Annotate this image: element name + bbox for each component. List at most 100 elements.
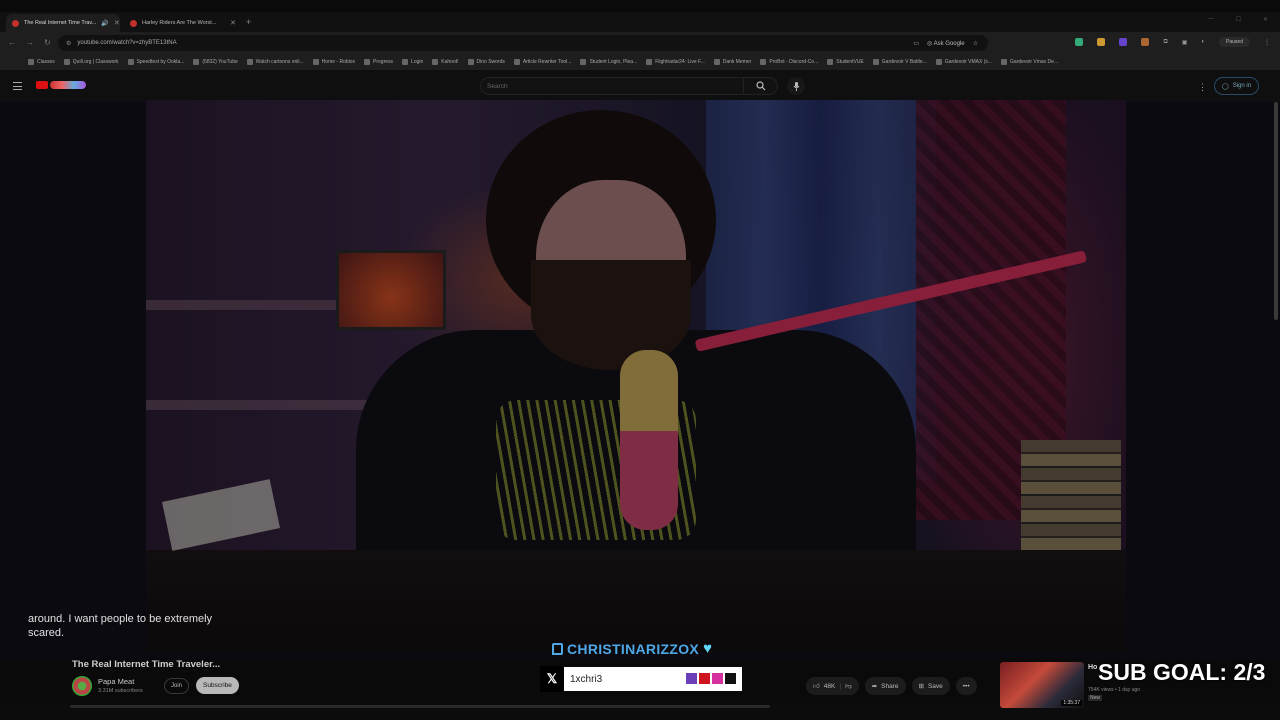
window-controls: — ☐ ✕ [1208, 16, 1268, 23]
color-swatch [712, 673, 723, 684]
extensions-puzzle-icon[interactable]: ⧉ [1163, 39, 1167, 46]
save-icon: ⊞ [918, 683, 924, 690]
search-input[interactable]: Search [480, 77, 778, 95]
bookmark-item[interactable]: Dino Swords [467, 59, 505, 65]
save-button[interactable]: ⊞ Save [911, 677, 950, 695]
channel-avatar[interactable] [72, 676, 92, 696]
color-swatch [686, 673, 697, 684]
ask-google-button[interactable]: ◎ Ask Google [927, 40, 965, 47]
cast-icon[interactable]: ▭ [913, 40, 919, 47]
chrome-menu-icon[interactable]: ⋮ [1264, 39, 1270, 46]
twitch-icon [552, 642, 563, 655]
bookmark-item[interactable]: (5832) YouTube [193, 59, 238, 65]
tab-second[interactable]: Harley Riders Are The Worst... ✕ [124, 14, 242, 32]
bookmark-label: Gardevoir Vmax De... [1010, 59, 1059, 65]
bookmark-item[interactable]: Quill.org | Classwork [63, 59, 119, 65]
bookmark-favicon-icon [513, 59, 520, 65]
video-player[interactable] [146, 100, 1126, 653]
forward-icon[interactable]: → [26, 38, 34, 47]
share-label: Share [881, 682, 899, 690]
profile-avatar-icon[interactable]: ◐ [1201, 39, 1205, 45]
bookmark-label: Flightradar24: Live F... [655, 59, 705, 65]
bookmark-item[interactable]: Student Login, Plea... [580, 59, 637, 65]
sign-in-label: Sign in [1232, 83, 1252, 89]
suggested-video-thumbnail[interactable]: 1:35:37 [1000, 662, 1084, 708]
search-button[interactable] [743, 78, 777, 94]
bookmark-item[interactable]: Article Rewriter Tool... [513, 59, 572, 65]
bookmark-item[interactable]: Gardevoir VMAX (s... [935, 59, 993, 65]
close-window-icon[interactable]: ✕ [1263, 16, 1268, 23]
new-tab-button[interactable]: + [246, 17, 251, 27]
reload-icon[interactable]: ↻ [44, 38, 51, 47]
bookmark-item[interactable]: Speedtest by Ookla... [127, 59, 184, 65]
bookmark-favicon-icon [127, 59, 134, 65]
bookmark-label: Article Rewriter Tool... [522, 59, 572, 65]
extension-icon[interactable] [1075, 38, 1084, 46]
bookmark-item[interactable]: Kahoot! [432, 59, 459, 65]
bookmark-item[interactable]: Gardevoir Vmax De... [1001, 59, 1058, 65]
youtube-header: Search ⋮ [0, 70, 1280, 102]
bookmark-favicon-icon [827, 59, 834, 65]
horizontal-scrollbar[interactable] [70, 705, 770, 708]
close-tab-icon[interactable]: ✕ [230, 19, 236, 27]
extension-icon[interactable] [1141, 38, 1150, 46]
voice-search-button[interactable] [787, 77, 805, 95]
share-button[interactable]: ➦ Share [864, 677, 906, 695]
subscribe-button[interactable]: Subscribe [196, 677, 239, 694]
sign-in-button[interactable]: ◯ Sign in [1214, 77, 1260, 95]
bookmark-item[interactable]: Classes [28, 59, 55, 65]
doodle-logo [50, 81, 86, 89]
like-button[interactable]: 👍︎ 48K | 👎︎ [806, 677, 859, 695]
extension-icon[interactable] [1119, 38, 1128, 46]
caption-line: scared. [28, 627, 65, 639]
video-title: The Real Internet Time Traveler... [72, 659, 221, 670]
caption-line: around. I want people to be extremely [28, 613, 213, 625]
youtube-logo[interactable] [36, 81, 86, 89]
bookmark-item[interactable]: Progress [364, 59, 393, 65]
bookmark-label: Gardevoir VMAX (s... [944, 59, 993, 65]
more-actions-button[interactable]: ••• [955, 677, 977, 695]
thumbs-down-icon[interactable]: 👎︎ [845, 682, 852, 690]
minimize-icon[interactable]: — [1208, 16, 1214, 23]
site-info-icon[interactable]: ⚙ [66, 40, 71, 47]
profile-paused-button[interactable]: Paused [1219, 37, 1250, 47]
bookmark-favicon-icon [246, 59, 253, 65]
side-panel-icon[interactable]: ▣ [1182, 39, 1188, 46]
bookmark-label: Kahoot! [441, 59, 459, 65]
video-actions: 👍︎ 48K | 👎︎ ➦ Share ⊞ Save ••• [806, 677, 977, 695]
channel-name[interactable]: Papa Meat [98, 677, 134, 686]
bookmark-label: Dino Swords [476, 59, 505, 65]
bookmark-item[interactable]: Flightradar24: Live F... [646, 59, 705, 65]
bookmark-label: ProBot - Discord-Co... [769, 59, 819, 65]
color-swatches [686, 673, 736, 684]
bookmark-favicon-icon [713, 59, 720, 65]
bookmark-item[interactable]: Gardevoir V Battle... [872, 59, 927, 65]
maximize-icon[interactable]: ☐ [1236, 16, 1241, 23]
thumbs-up-icon: 👍︎ [813, 683, 820, 690]
bookmark-item[interactable]: StudentVUE [827, 59, 864, 65]
video-duration: 1:35:37 [1061, 700, 1082, 706]
close-tab-icon[interactable]: ✕ [114, 19, 120, 27]
twitch-handle-overlay: CHRISTINARIZZOX ♥ [552, 640, 712, 657]
menu-icon[interactable] [13, 82, 22, 90]
bookmark-item[interactable]: Home - Roblox [312, 59, 355, 65]
video-dim-overlay [146, 100, 1126, 653]
address-bar[interactable]: ⚙ youtube.com/watch?v=zhyBTE13tNA ▭ ◎ As… [58, 35, 988, 51]
bookmark-item[interactable]: ProBot - Discord-Co... [760, 59, 818, 65]
bookmark-item[interactable]: Login [402, 59, 423, 65]
back-icon[interactable]: ← [8, 38, 16, 47]
youtube-favicon-icon [130, 19, 137, 27]
settings-menu-icon[interactable]: ⋮ [1198, 82, 1207, 93]
suggested-video-title[interactable]: Ho [1088, 664, 1097, 671]
color-swatch [699, 673, 710, 684]
join-button[interactable]: Join [164, 678, 190, 694]
bookmark-item[interactable]: Watch cartoons onli... [246, 59, 304, 65]
extension-icon[interactable] [1097, 38, 1106, 46]
bookmark-item[interactable]: Dank Memer [713, 59, 751, 65]
bookmark-label: Student Login, Plea... [589, 59, 638, 65]
bookmark-star-icon[interactable]: ☆ [973, 40, 978, 47]
search-placeholder: Search [487, 82, 508, 90]
tab-active[interactable]: The Real Internet Time Trav... 🔊 ✕ [6, 14, 120, 32]
page-scrollbar[interactable] [1274, 102, 1278, 320]
speaker-icon[interactable]: 🔊 [101, 20, 108, 27]
